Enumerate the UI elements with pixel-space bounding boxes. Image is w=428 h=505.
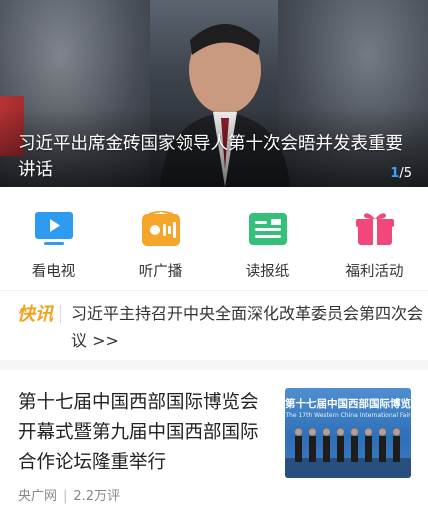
hero-pager: 1/5 <box>390 166 412 181</box>
quick-link-label: 读报纸 <box>245 264 290 280</box>
quick-link-radio[interactable]: 听广播 <box>107 187 214 290</box>
hero-title[interactable]: 习近平出席金砖国家领导人第十次会晤并发表重要讲话 <box>18 131 410 183</box>
radio-icon <box>141 211 180 246</box>
article-source: 央广网 <box>18 489 58 504</box>
article-card[interactable]: 第十七届中国西部国际博览会开幕式暨第九届中国西部国际合作论坛隆重举行 央广网 | 2… <box>0 370 428 505</box>
quick-link-label: 听广播 <box>138 264 183 280</box>
ticker-headline[interactable]: 习近平主持召开中央全面深化改革委员会第四次会议 >> <box>71 300 423 354</box>
pager-current: 1 <box>390 166 400 181</box>
meta-separator: | <box>63 489 68 504</box>
section-divider <box>0 360 428 370</box>
quick-link-tv[interactable]: 看电视 <box>0 187 107 290</box>
ticker-divider <box>60 305 61 323</box>
article-title[interactable]: 第十七届中国西部国际博览会开幕式暨第九届中国西部国际合作论坛隆重举行 <box>18 388 263 478</box>
news-flash-ticker[interactable]: 快讯 习近平主持召开中央全面深化改革委员会第四次会议 >> <box>0 290 428 360</box>
article-thumbnail[interactable]: 第十七届中国西部国际博览 The 17th Western China Inte… <box>285 388 411 478</box>
hero-banner[interactable]: 习近平出席金砖国家领导人第十次会晤并发表重要讲话 1/5 <box>0 0 428 187</box>
pager-total: /5 <box>399 166 412 181</box>
tv-icon <box>34 212 73 245</box>
article-meta: 央广网 | 2.2万评 <box>18 485 120 504</box>
thumbnail-photo <box>285 428 411 478</box>
quick-link-newspaper[interactable]: 读报纸 <box>214 187 321 290</box>
quick-link-welfare[interactable]: 福利活动 <box>321 187 428 290</box>
quick-link-label: 福利活动 <box>345 264 404 280</box>
flash-tag: 快讯 <box>17 304 53 325</box>
newspaper-icon <box>248 213 287 245</box>
quick-links: 看电视 听广播 读报纸 福利活动 <box>0 187 428 290</box>
comment-count: 2.2万评 <box>73 489 121 504</box>
gift-icon <box>355 213 394 245</box>
quick-link-label: 看电视 <box>31 264 76 280</box>
